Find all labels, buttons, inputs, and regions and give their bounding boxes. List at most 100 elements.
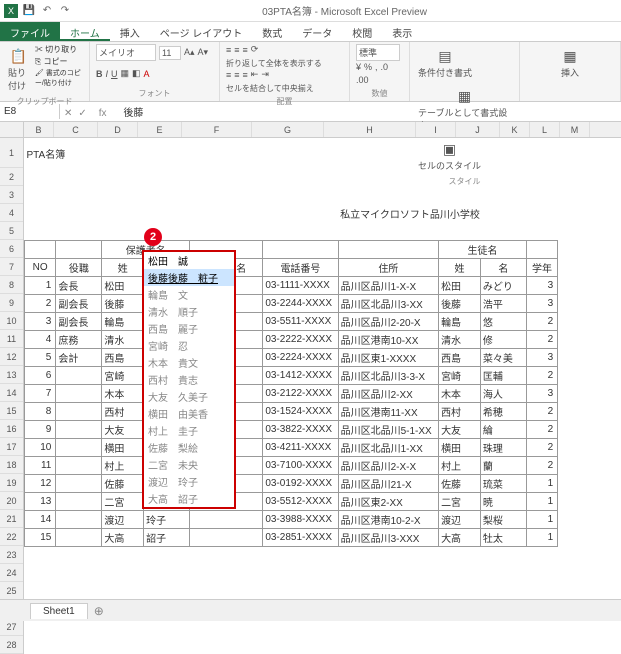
cell[interactable] (190, 546, 263, 564)
cell[interactable] (526, 582, 557, 600)
cell[interactable]: 1 (526, 528, 557, 546)
cell[interactable] (338, 636, 438, 654)
autocomplete-item[interactable]: 横田 由美香 (144, 405, 234, 422)
cell[interactable] (338, 186, 438, 204)
row-header[interactable]: 1 (0, 138, 23, 168)
cell[interactable]: 渡辺 (439, 510, 481, 528)
cancel-icon[interactable]: ✕ (64, 108, 72, 119)
row-header[interactable]: 12 (0, 348, 23, 366)
row-header[interactable]: 10 (0, 312, 23, 330)
cell[interactable] (338, 582, 438, 600)
cell[interactable]: 03-5512-XXXX (263, 492, 338, 510)
cell[interactable]: 西島 (439, 348, 481, 366)
cell[interactable] (25, 222, 56, 240)
cell[interactable]: 1 (526, 492, 557, 510)
cell[interactable]: 匡輔 (480, 366, 526, 384)
cell[interactable]: 03-4211-XXXX (263, 438, 338, 456)
row-header[interactable]: 25 (0, 582, 23, 600)
row-header[interactable]: 20 (0, 492, 23, 510)
cell[interactable]: 2 (526, 330, 557, 348)
col-header[interactable]: G (252, 122, 324, 137)
cell[interactable] (56, 204, 102, 222)
cell[interactable]: 03-3988-XXXX (263, 510, 338, 528)
col-header[interactable]: L (530, 122, 560, 137)
col-header[interactable]: K (500, 122, 530, 137)
cell[interactable] (589, 294, 620, 312)
cell[interactable] (56, 186, 102, 204)
cell[interactable]: 2 (526, 312, 557, 330)
cell[interactable]: 村上 (102, 456, 144, 474)
font-name-select[interactable]: メイリオ (96, 44, 156, 61)
cell[interactable] (480, 582, 526, 600)
cell[interactable] (526, 546, 557, 564)
cell[interactable] (589, 582, 620, 600)
row-header[interactable]: 23 (0, 546, 23, 564)
autocomplete-item[interactable]: 西島 麗子 (144, 320, 234, 337)
cell[interactable]: 03-1412-XXXX (263, 366, 338, 384)
comma-icon[interactable]: , (375, 62, 378, 72)
cell[interactable]: 後藤 (439, 294, 481, 312)
cell[interactable] (56, 384, 102, 402)
autocomplete-item[interactable]: 輪島 文 (144, 286, 234, 303)
cell[interactable] (102, 546, 144, 564)
cell[interactable] (558, 564, 589, 582)
cell[interactable]: 品川区港南11-XX (338, 402, 438, 420)
cell[interactable] (558, 456, 589, 474)
cell[interactable] (25, 636, 56, 654)
cell[interactable] (56, 420, 102, 438)
autocomplete-item[interactable]: 渡辺 玲子 (144, 473, 234, 490)
align-left-icon[interactable]: ≡ (226, 70, 231, 80)
cell[interactable] (56, 366, 102, 384)
cell[interactable]: 品川区品川1-X-X (338, 276, 438, 294)
cell[interactable] (589, 312, 620, 330)
cell[interactable]: 5 (25, 348, 56, 366)
cell[interactable] (558, 384, 589, 402)
italic-button[interactable]: I (106, 69, 109, 79)
autocomplete-item[interactable]: 二宮 未央 (144, 456, 234, 473)
cell[interactable] (56, 564, 102, 582)
cell[interactable] (56, 456, 102, 474)
row-header[interactable]: 13 (0, 366, 23, 384)
row-header[interactable]: 14 (0, 384, 23, 402)
grow-font-icon[interactable]: A▴ (184, 47, 195, 58)
cell[interactable] (439, 582, 481, 600)
row-header[interactable]: 22 (0, 528, 23, 546)
cell[interactable] (558, 528, 589, 546)
cell[interactable] (144, 204, 190, 222)
cell[interactable] (25, 240, 56, 258)
cell[interactable]: 12 (25, 474, 56, 492)
font-size-select[interactable]: 11 (159, 46, 181, 60)
formula-bar[interactable]: ✕ ✓ fx 後藤 (60, 102, 621, 121)
cell[interactable] (589, 564, 620, 582)
cell[interactable] (102, 564, 144, 582)
cell[interactable]: 二宮 (102, 492, 144, 510)
cell[interactable]: 横田 (102, 438, 144, 456)
row-header[interactable]: 11 (0, 330, 23, 348)
percent-icon[interactable]: % (364, 62, 372, 72)
cell[interactable] (144, 582, 190, 600)
cell[interactable]: 10 (25, 438, 56, 456)
align-center-icon[interactable]: ≡ (234, 70, 239, 80)
cell[interactable]: 品川区東1-XXXX (338, 348, 438, 366)
cells-area[interactable]: PTA名簿私立マイクロソフト品川小学校保護者名生徒名NO役職姓名保護者名電話番号… (24, 138, 621, 654)
align-right-icon[interactable]: ≡ (243, 70, 248, 80)
cell[interactable]: 西村 (439, 402, 481, 420)
cell[interactable]: 輪島 (439, 312, 481, 330)
cell[interactable] (589, 492, 620, 510)
cell[interactable] (589, 384, 620, 402)
cell[interactable] (558, 366, 589, 384)
cell[interactable]: 生徒名 (439, 240, 527, 258)
cell[interactable] (558, 420, 589, 438)
wrap-text-button[interactable]: 折り返して全体を表示する (226, 58, 322, 69)
cell[interactable] (480, 636, 526, 654)
cell[interactable] (25, 546, 56, 564)
select-all-corner[interactable] (0, 122, 24, 137)
cell[interactable] (439, 564, 481, 582)
cell[interactable]: 西島 (102, 348, 144, 366)
cell[interactable]: 名 (480, 258, 526, 276)
cell[interactable] (102, 204, 144, 222)
cell[interactable] (25, 186, 56, 204)
cell[interactable]: 姓 (102, 258, 144, 276)
cell[interactable] (263, 138, 338, 168)
cell[interactable] (102, 582, 144, 600)
